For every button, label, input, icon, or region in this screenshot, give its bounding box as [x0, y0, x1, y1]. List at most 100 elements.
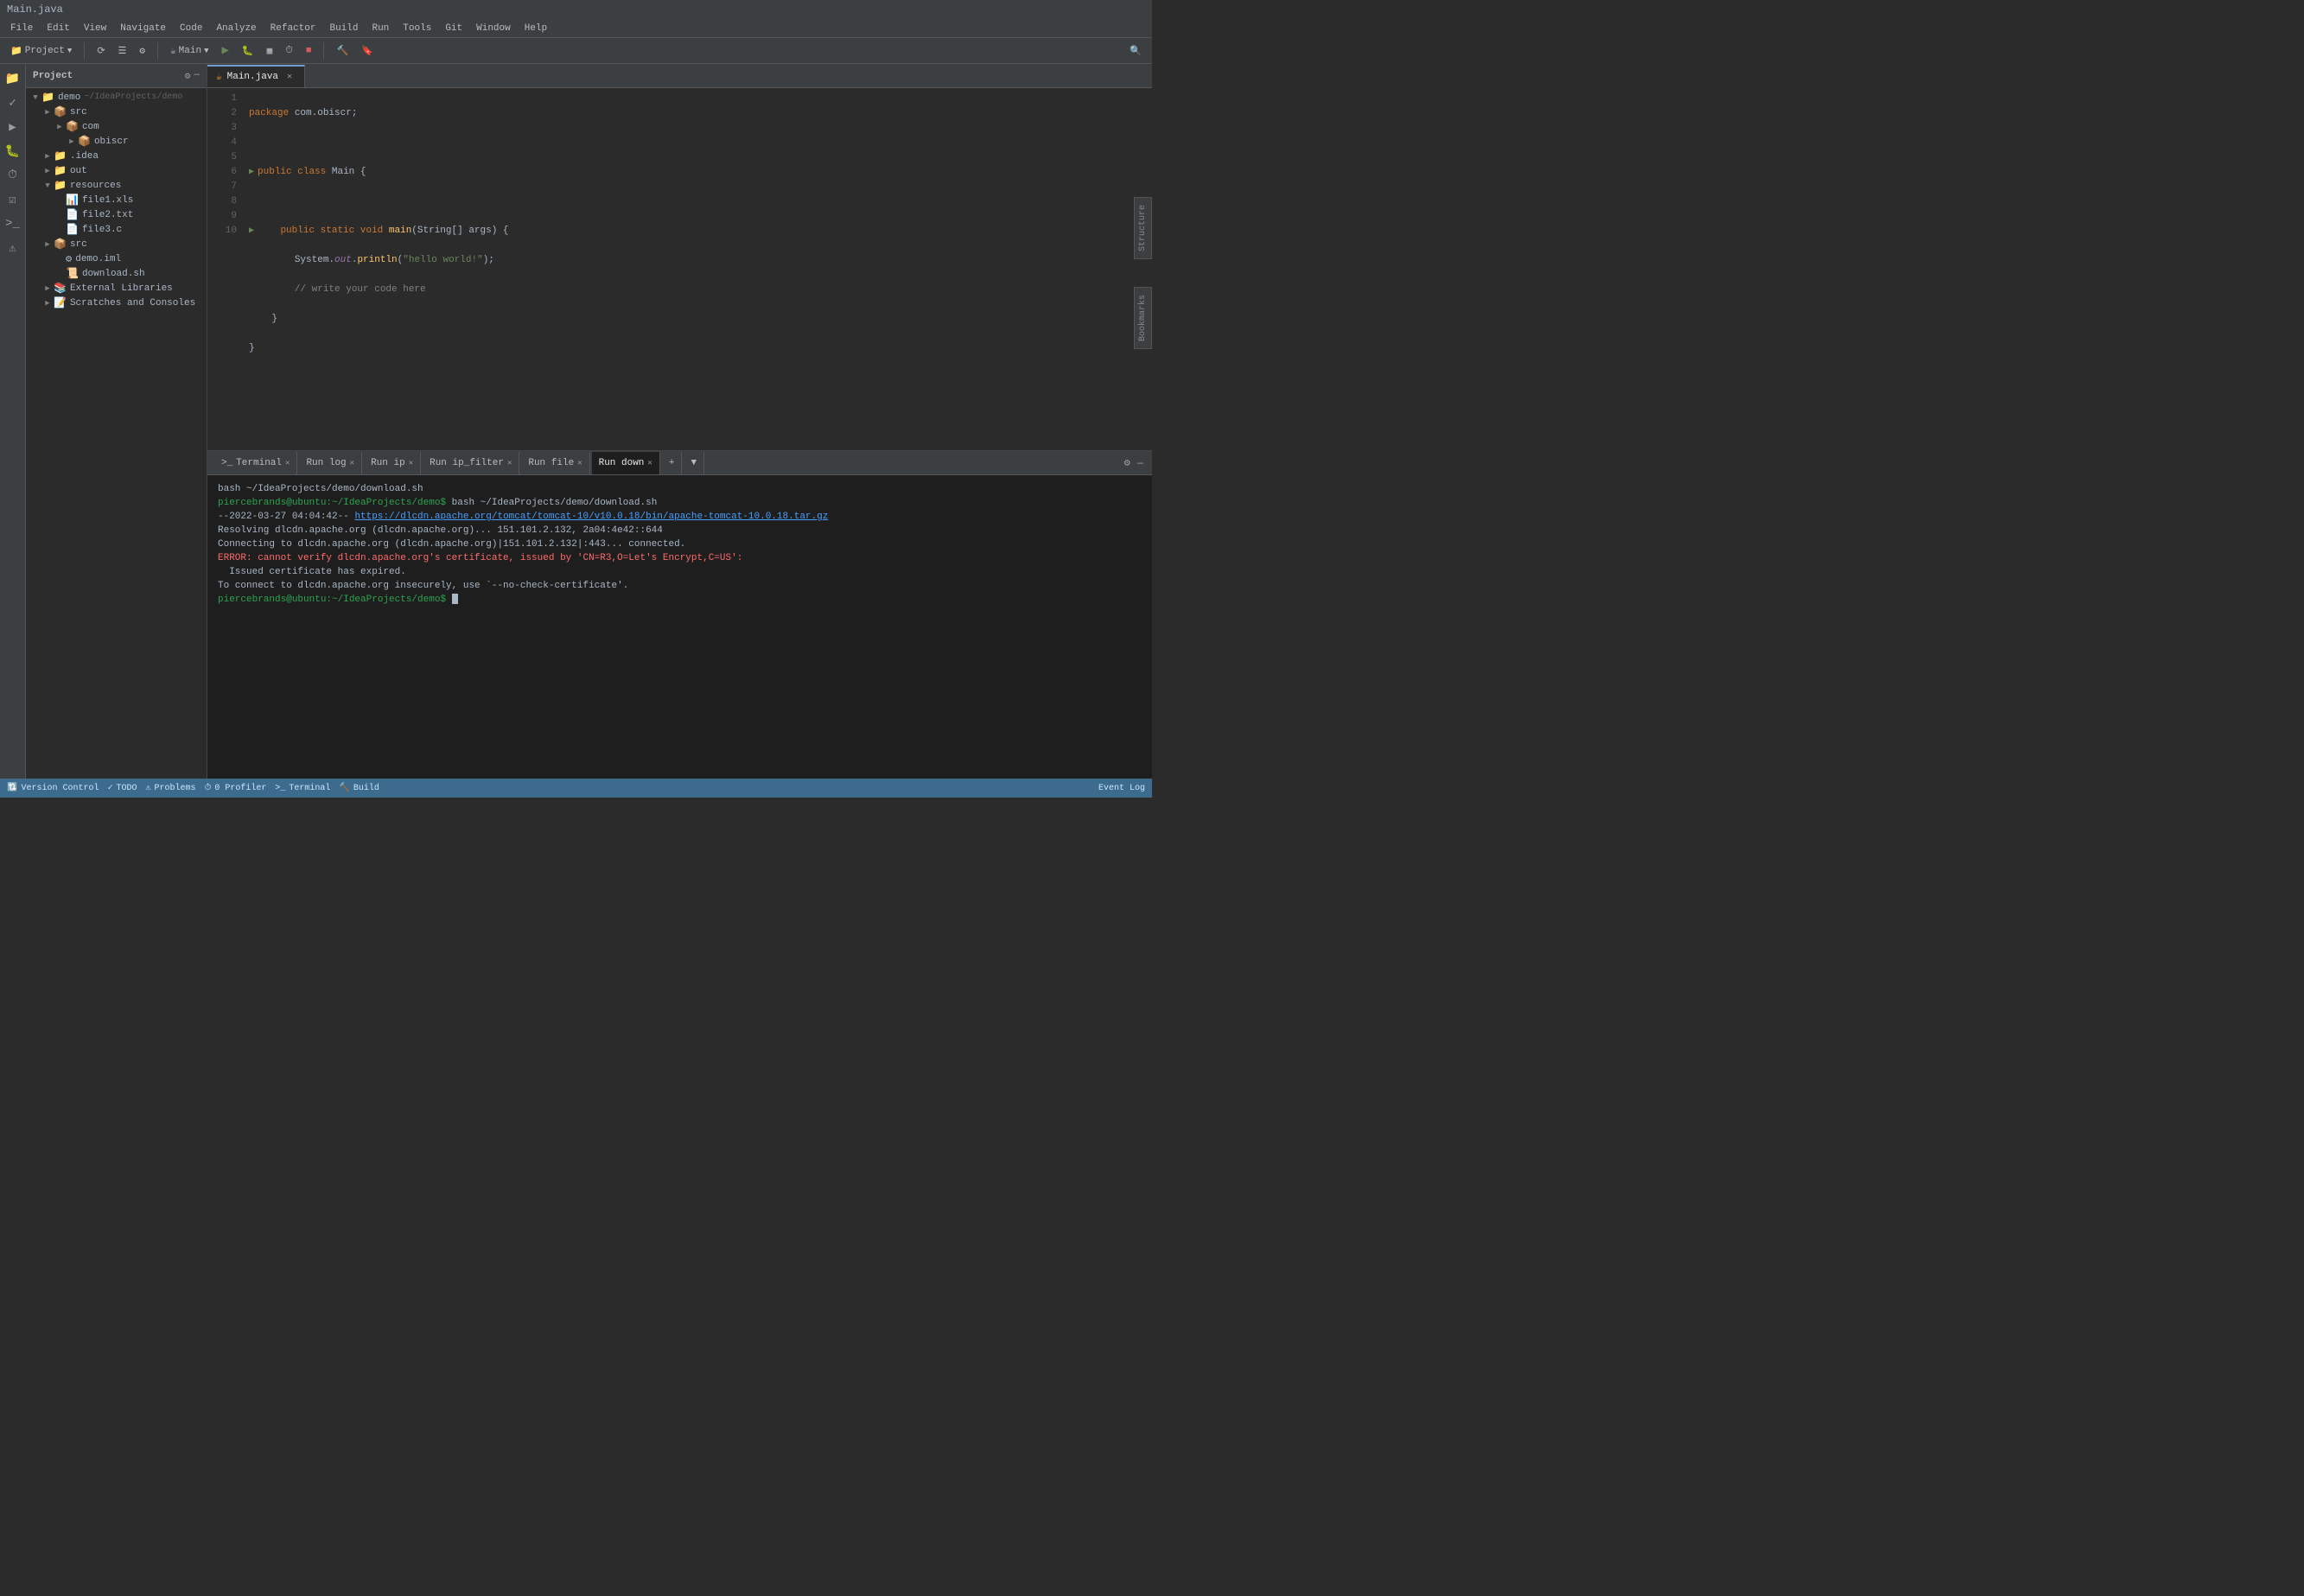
problems-tool-btn[interactable]: ⚠	[2, 237, 24, 259]
toolbar: 📁 Project ▼ ⟳ ☰ ⚙ ☕ Main ▼ ▶ 🐛 ▦ ⏱ ■ 🔨 🔖…	[0, 38, 1152, 64]
menu-edit[interactable]: Edit	[40, 22, 76, 35]
tree-item-obiscr[interactable]: ▶ 📦 obiscr	[26, 134, 207, 149]
tree-item-demo[interactable]: ▼ 📁 demo ~/IdeaProjects/demo	[26, 90, 207, 105]
tab-add[interactable]: +	[662, 452, 683, 474]
run-ip-filter-close[interactable]: ✕	[507, 459, 512, 467]
terminal-minimize-icon[interactable]: —	[1136, 455, 1145, 471]
tab-more[interactable]: ▼	[684, 452, 704, 474]
terminal-settings-icon[interactable]: ⚙	[1123, 455, 1132, 471]
bookmarks-tab[interactable]: Bookmarks	[1134, 287, 1152, 349]
terminal-tab-close[interactable]: ✕	[285, 459, 290, 467]
status-vcs[interactable]: 🔃 Version Control	[7, 783, 99, 793]
profile-button[interactable]: ⏱	[280, 44, 298, 58]
run-button[interactable]: ▶	[216, 41, 233, 60]
tab-run-ip[interactable]: Run ip ✕	[364, 452, 421, 474]
sync-btn[interactable]: ⟳	[92, 43, 110, 59]
status-build[interactable]: 🔨 Build	[339, 783, 379, 793]
tree-item-out[interactable]: ▶ 📁 out	[26, 163, 207, 178]
menu-tools[interactable]: Tools	[396, 22, 438, 35]
menu-navigate[interactable]: Navigate	[113, 22, 173, 35]
tree-item-scratches[interactable]: ▶ 📝 Scratches and Consoles	[26, 296, 207, 310]
menu-help[interactable]: Help	[518, 22, 554, 35]
status-todo[interactable]: ✓ TODO	[107, 783, 137, 793]
term-prompt-1: piercebrands@ubuntu:~/IdeaProjects/demo$	[218, 498, 446, 508]
run-down-close[interactable]: ✕	[647, 459, 652, 467]
bookmark-button[interactable]: 🔖	[356, 43, 379, 59]
run-config-dropdown[interactable]: ☕ Main ▼	[165, 43, 213, 59]
terminal-header: >_ Terminal ✕ Run log ✕ Run ip ✕ Run ip_…	[207, 451, 1152, 475]
menu-file[interactable]: File	[3, 22, 40, 35]
settings-btn[interactable]: ⚙	[134, 43, 150, 59]
code-line-4	[249, 194, 1145, 209]
tab-run-log[interactable]: Run log ✕	[299, 452, 362, 474]
menu-code[interactable]: Code	[173, 22, 209, 35]
todo-tool-btn[interactable]: ☑	[2, 188, 24, 211]
menu-git[interactable]: Git	[438, 22, 469, 35]
menu-build[interactable]: Build	[322, 22, 365, 35]
tree-item-file1xls[interactable]: 📊 file1.xls	[26, 193, 207, 207]
stop-button[interactable]: ■	[301, 44, 317, 58]
tab-terminal[interactable]: >_ Terminal ✕	[214, 452, 297, 474]
sidebar-settings-icon[interactable]: ⚙	[185, 70, 191, 82]
chevron-down-icon: ▼	[67, 47, 72, 55]
tree-item-src2[interactable]: ▶ 📦 src	[26, 237, 207, 251]
run-log-close[interactable]: ✕	[350, 459, 354, 467]
menu-window[interactable]: Window	[469, 22, 518, 35]
project-view-btn[interactable]: 📁	[2, 67, 24, 90]
terminal-status-icon: >_	[275, 784, 285, 793]
tab-run-down[interactable]: Run down ✕	[592, 452, 660, 474]
tree-item-demoiml[interactable]: ⚙ demo.iml	[26, 251, 207, 266]
tree-label-obiscr: obiscr	[94, 137, 129, 147]
menu-view[interactable]: View	[77, 22, 113, 35]
tree-item-file3c[interactable]: 📄 file3.c	[26, 222, 207, 237]
status-terminal[interactable]: >_ Terminal	[275, 784, 330, 793]
sidebar: Project ⚙ — ▼ 📁 demo ~/IdeaProjects/demo…	[26, 64, 207, 779]
menu-analyze[interactable]: Analyze	[209, 22, 263, 35]
problems-label: Problems	[155, 784, 196, 793]
menu-run[interactable]: Run	[365, 22, 396, 35]
tab-main-java[interactable]: ☕ Main.java ✕	[207, 65, 305, 87]
status-problems[interactable]: ⚠ Problems	[146, 783, 196, 793]
tree-item-com[interactable]: ▶ 📦 com	[26, 119, 207, 134]
run-tool-btn[interactable]: ▶	[2, 116, 24, 138]
sidebar-collapse-icon[interactable]: —	[194, 70, 200, 82]
run-file-close[interactable]: ✕	[577, 459, 582, 467]
tab-run-file[interactable]: Run file ✕	[521, 452, 589, 474]
project-dropdown[interactable]: 📁 Project ▼	[5, 43, 77, 59]
more-tabs-icon: ▼	[691, 458, 697, 468]
run-config-chevron: ▼	[204, 47, 208, 55]
status-profiler[interactable]: ⏱ 0 Profiler	[205, 783, 267, 793]
search-button[interactable]: 🔍	[1124, 43, 1147, 59]
tree-item-idea[interactable]: ▶ 📁 .idea	[26, 149, 207, 163]
run-ip-close[interactable]: ✕	[409, 459, 413, 467]
tab-run-ip-filter[interactable]: Run ip_filter ✕	[423, 452, 519, 474]
structure-tab[interactable]: Structure	[1134, 197, 1152, 259]
terminal-content[interactable]: bash ~/IdeaProjects/demo/download.sh pie…	[207, 475, 1152, 779]
tree-item-resources[interactable]: ▼ 📁 resources	[26, 178, 207, 193]
term-url[interactable]: https://dlcdn.apache.org/tomcat/tomcat-1…	[354, 512, 828, 522]
status-bar-left: 🔃 Version Control ✓ TODO ⚠ Problems ⏱ 0 …	[7, 783, 379, 793]
tree-label-com: com	[82, 122, 99, 132]
run-arrow-3[interactable]: ▶	[249, 165, 254, 180]
terminal-line-7: Issued certificate has expired.	[218, 565, 1142, 579]
tree-arrow-idea: ▶	[41, 152, 54, 161]
coverage-button[interactable]: ▦	[262, 43, 278, 59]
build-button[interactable]: 🔨	[331, 43, 353, 59]
layout-btn[interactable]: ☰	[113, 43, 132, 59]
tree-item-src[interactable]: ▶ 📦 src	[26, 105, 207, 119]
debug-button[interactable]: 🐛	[237, 43, 259, 59]
term-error: ERROR: cannot verify dlcdn.apache.org's …	[218, 553, 742, 563]
profiler-tool-btn[interactable]: ⏱	[2, 164, 24, 187]
status-event-log[interactable]: Event Log	[1098, 784, 1145, 793]
debug-tool-btn[interactable]: 🐛	[2, 140, 24, 162]
tree-item-downloadsh[interactable]: 📜 download.sh	[26, 266, 207, 281]
tab-close-main-java[interactable]: ✕	[283, 71, 296, 83]
tree-arrow-extlibs: ▶	[41, 284, 54, 293]
code-content[interactable]: package com.obiscr; ▶public class Main {…	[242, 88, 1152, 450]
tree-item-file2txt[interactable]: 📄 file2.txt	[26, 207, 207, 222]
terminal-tool-btn[interactable]: >_	[2, 213, 24, 235]
menu-refactor[interactable]: Refactor	[264, 22, 323, 35]
commit-btn[interactable]: ✓	[2, 92, 24, 114]
tree-item-extlibs[interactable]: ▶ 📚 External Libraries	[26, 281, 207, 296]
run-arrow-5[interactable]: ▶	[249, 224, 254, 238]
